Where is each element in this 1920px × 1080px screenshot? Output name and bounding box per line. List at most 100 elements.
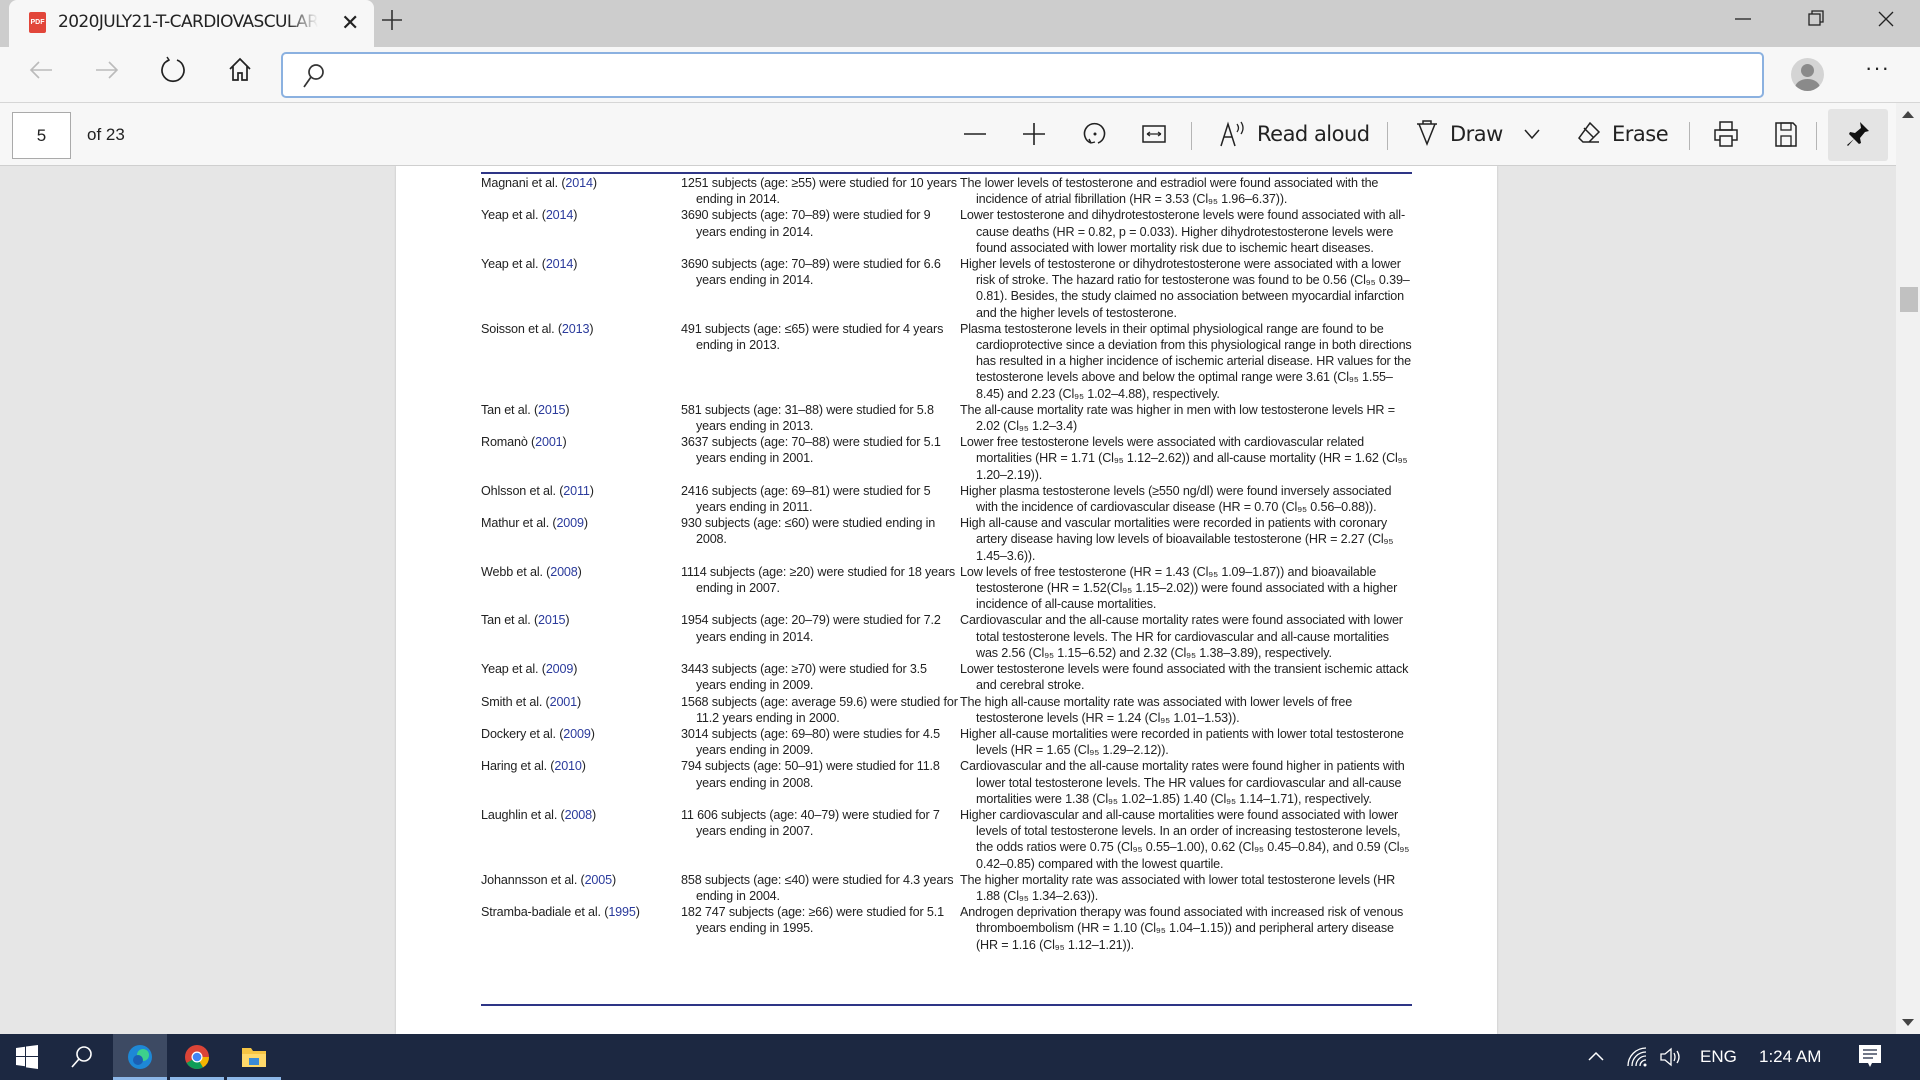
citation-close-paren: ) bbox=[581, 759, 586, 774]
network-button[interactable] bbox=[1626, 1046, 1648, 1073]
author-cell: Haring et al. (2010) bbox=[481, 758, 681, 807]
close-window-button[interactable] bbox=[1876, 4, 1896, 40]
address-bar[interactable] bbox=[281, 52, 1764, 98]
author-cell: Smith et al. (2001) bbox=[481, 694, 681, 726]
study-cell: 3637 subjects (age: 70–88) were studied … bbox=[681, 435, 941, 466]
citation-close-paren: ) bbox=[562, 435, 567, 450]
table-row: Tan et al. (2015) 581 subjects (age: 31–8… bbox=[481, 402, 1412, 434]
back-button[interactable] bbox=[26, 55, 56, 92]
author-name: Ohlsson et al. ( bbox=[481, 483, 564, 498]
more-icon: ··· bbox=[1865, 55, 1890, 80]
citation-year-link[interactable]: 2014 bbox=[565, 176, 593, 190]
zoom-in-button[interactable] bbox=[1021, 119, 1047, 149]
findings-cell: Higher plasma testosterone levels (≥550 … bbox=[960, 483, 1392, 515]
table-row: Magnani et al. (2014) 1251 subjects (age:… bbox=[481, 175, 1412, 207]
study-cell: 794 subjects (age: 50–91) were studied f… bbox=[681, 759, 940, 790]
restore-button[interactable] bbox=[1806, 4, 1826, 40]
toolbar-divider bbox=[1689, 122, 1690, 150]
author-cell: Romanò (2001) bbox=[481, 434, 681, 483]
author-name: Yeap et al. ( bbox=[481, 208, 546, 223]
minimize-button[interactable] bbox=[1733, 4, 1753, 40]
citation-year-link[interactable]: 2013 bbox=[562, 322, 590, 336]
search-taskbar-button[interactable] bbox=[55, 1034, 109, 1080]
more-options-button[interactable]: ··· bbox=[1865, 55, 1890, 81]
plus-icon bbox=[1023, 123, 1045, 145]
toolbar-divider bbox=[1387, 122, 1388, 150]
citation-year-link[interactable]: 2009 bbox=[556, 516, 584, 530]
print-button[interactable] bbox=[1713, 119, 1739, 149]
vertical-scrollbar[interactable] bbox=[1896, 103, 1920, 1034]
scroll-down-arrow-icon[interactable] bbox=[1902, 1019, 1914, 1026]
citation-close-paren: ) bbox=[573, 208, 578, 223]
scroll-up-arrow-icon[interactable] bbox=[1902, 111, 1914, 118]
new-tab-button[interactable] bbox=[380, 6, 404, 40]
citation-year-link[interactable]: 2015 bbox=[538, 613, 566, 627]
citation-year-link[interactable]: 2005 bbox=[585, 873, 613, 887]
save-button[interactable] bbox=[1773, 119, 1799, 149]
author-name: Webb et al. ( bbox=[481, 564, 551, 579]
author-cell: Soisson et al. (2013) bbox=[481, 321, 681, 402]
draw-button[interactable]: Draw bbox=[1414, 119, 1503, 149]
citation-year-link[interactable]: 2008 bbox=[550, 565, 578, 579]
search-icon bbox=[303, 64, 324, 88]
citation-close-paren: ) bbox=[583, 516, 588, 531]
close-icon bbox=[1878, 11, 1894, 27]
author-cell: Yeap et al. (2014) bbox=[481, 207, 681, 256]
start-button[interactable] bbox=[0, 1034, 54, 1080]
citation-year-link[interactable]: 2001 bbox=[550, 695, 578, 709]
chevron-up-icon bbox=[1588, 1051, 1604, 1061]
author-name: Smith et al. ( bbox=[481, 694, 550, 709]
citation-year-link[interactable]: 2009 bbox=[546, 662, 574, 676]
read-aloud-button[interactable]: Read aloud bbox=[1219, 119, 1370, 149]
minimize-icon bbox=[1735, 18, 1751, 20]
findings-cell: The high all-cause mortality rate was as… bbox=[960, 694, 1353, 725]
citation-year-link[interactable]: 2009 bbox=[563, 727, 591, 741]
study-cell: 858 subjects (age: ≤40) were studied for… bbox=[681, 872, 954, 903]
tab-close-icon[interactable]: ✕ bbox=[341, 10, 359, 36]
citation-year-link[interactable]: 2001 bbox=[535, 435, 563, 449]
home-button[interactable] bbox=[225, 55, 255, 92]
pin-toolbar-button[interactable] bbox=[1828, 109, 1888, 161]
print-icon bbox=[1714, 121, 1738, 147]
study-cell: 3690 subjects (age: 70–89) were studied … bbox=[681, 257, 941, 288]
citation-year-link[interactable]: 2010 bbox=[554, 759, 582, 773]
citation-close-paren: ) bbox=[565, 613, 570, 628]
scrollbar-thumb[interactable] bbox=[1900, 287, 1918, 312]
browser-tab[interactable]: PDF 2020JULY21-T-CARDIOVASCULAR ✕ bbox=[9, 0, 374, 47]
clock[interactable]: 1:24 AM bbox=[1759, 1047, 1821, 1067]
refresh-button[interactable] bbox=[158, 55, 188, 92]
address-input[interactable] bbox=[333, 62, 1733, 88]
table-row: Smith et al. (2001) 1568 subjects (age: a… bbox=[481, 694, 1412, 726]
erase-button[interactable]: Erase bbox=[1576, 119, 1669, 149]
volume-button[interactable] bbox=[1659, 1046, 1683, 1073]
show-hidden-icons-button[interactable] bbox=[1587, 1046, 1605, 1071]
citation-year-link[interactable]: 2008 bbox=[565, 808, 593, 822]
study-cell: 182 747 subjects (age: ≥66) were studied… bbox=[681, 905, 944, 936]
citation-year-link[interactable]: 2015 bbox=[538, 403, 566, 417]
citation-close-paren: ) bbox=[565, 402, 570, 417]
citation-year-link[interactable]: 1995 bbox=[608, 905, 636, 919]
taskbar-file-explorer[interactable] bbox=[227, 1034, 281, 1080]
citation-close-paren: ) bbox=[589, 321, 594, 336]
action-center-button[interactable] bbox=[1858, 1044, 1882, 1075]
forward-button[interactable] bbox=[92, 55, 122, 92]
pdf-toolbar: 5 of 23 Read aloud Draw Erase bbox=[0, 103, 1900, 166]
draw-options-dropdown[interactable] bbox=[1522, 119, 1542, 149]
taskbar-edge[interactable] bbox=[113, 1034, 167, 1080]
table-row: Mathur et al. (2009) 930 subjects (age: ≤… bbox=[481, 515, 1412, 564]
zoom-out-button[interactable] bbox=[962, 119, 988, 149]
rotate-button[interactable] bbox=[1082, 119, 1108, 149]
study-cell: 3014 subjects (age: 69–80) were studies … bbox=[681, 726, 940, 758]
author-cell: Stramba-badiale et al. (1995) bbox=[481, 904, 681, 953]
citation-year-link[interactable]: 2011 bbox=[563, 484, 590, 498]
taskbar-chrome[interactable] bbox=[170, 1034, 224, 1080]
fit-width-button[interactable] bbox=[1141, 119, 1167, 149]
citation-year-link[interactable]: 2014 bbox=[546, 257, 574, 271]
read-aloud-label: Read aloud bbox=[1257, 122, 1370, 146]
page-number-input[interactable]: 5 bbox=[12, 112, 71, 159]
citation-year-link[interactable]: 2014 bbox=[546, 208, 574, 222]
refresh-icon bbox=[161, 56, 185, 83]
language-indicator[interactable]: ENG bbox=[1700, 1047, 1737, 1067]
profile-avatar[interactable] bbox=[1791, 58, 1824, 91]
findings-cell: High all-cause and vascular mortalities … bbox=[960, 516, 1394, 563]
